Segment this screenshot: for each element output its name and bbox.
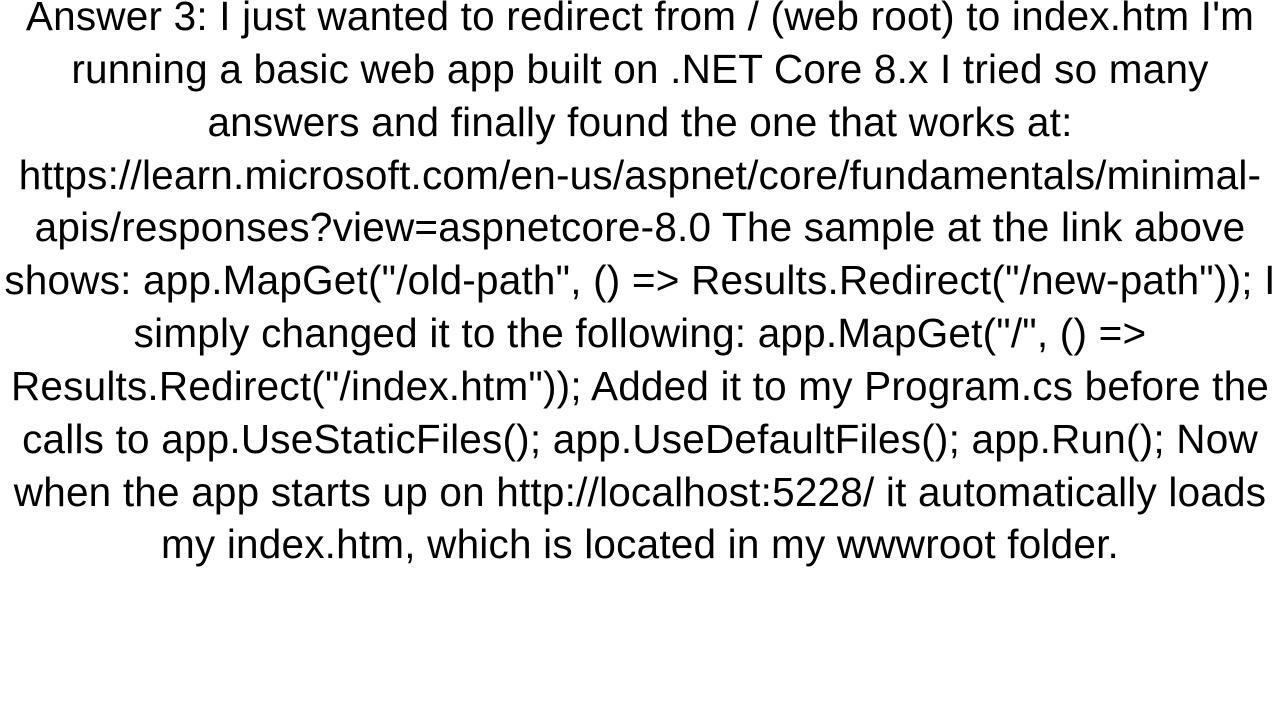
answer-text-block: Answer 3: I just wanted to redirect from… bbox=[0, 0, 1280, 710]
